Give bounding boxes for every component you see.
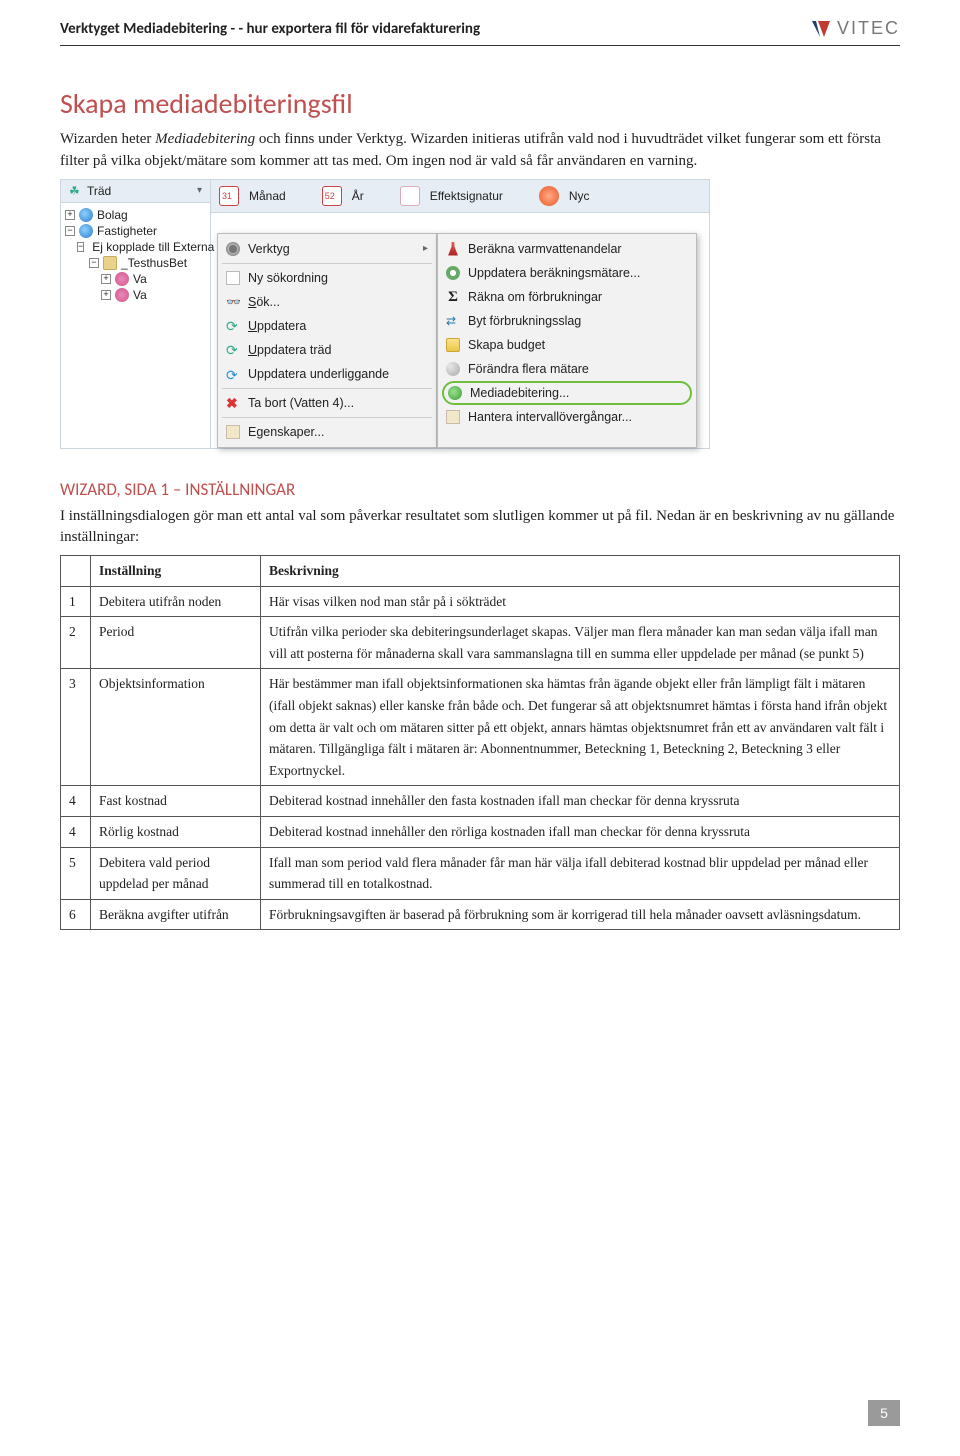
- context-menu-pair: Verktyg Ny sökordning 👓Sök... ⟳Uppdatera…: [211, 213, 709, 448]
- vitec-logo-icon: [811, 20, 831, 38]
- tree-row-bolag[interactable]: +Bolag: [65, 207, 206, 223]
- logo-text: VITEC: [837, 18, 900, 39]
- menu-tabort[interactable]: ✖Ta bort (Vatten 4)...: [218, 391, 436, 415]
- col-header-setting: Inställning: [91, 556, 261, 587]
- flask-red-icon: [446, 242, 460, 256]
- tree-row-testhus[interactable]: −_TesthusBet: [65, 255, 206, 271]
- toolbar-month[interactable]: Månad: [249, 189, 286, 203]
- menu-egenskaper[interactable]: Egenskaper...: [218, 420, 436, 444]
- content-panel: Månad År Effektsignatur Nyc Verktyg Ny s…: [211, 180, 709, 448]
- refresh-tree-icon: ⟳: [226, 343, 240, 357]
- toolbar-nyc[interactable]: Nyc: [569, 189, 590, 203]
- submenu-intervall[interactable]: Hantera intervallövergångar...: [438, 405, 696, 429]
- page-icon: [226, 271, 240, 285]
- section-paragraph: I inställningsdialogen gör man ett antal…: [60, 506, 900, 550]
- vitec-logo: VITEC: [811, 18, 900, 39]
- media-export-icon: [448, 386, 462, 400]
- tree-icon: ☘: [69, 184, 83, 198]
- expand-icon[interactable]: +: [101, 290, 111, 300]
- menu-sok[interactable]: 👓Sök...: [218, 290, 436, 314]
- separator: [222, 263, 432, 264]
- submenu-rakna-om[interactable]: ΣRäkna om förbrukningar: [438, 285, 696, 309]
- tree-tab[interactable]: ☘ Träd ▾: [61, 180, 210, 203]
- key-icon[interactable]: [539, 186, 559, 206]
- collapse-icon[interactable]: −: [89, 258, 99, 268]
- page-number: 5: [868, 1400, 900, 1426]
- tree-row-ejkopplade[interactable]: −Ej kopplade till Externa filter: [65, 239, 206, 255]
- table-row: 4Fast kostnadDebiterad kostnad innehålle…: [61, 786, 900, 817]
- menu-verktyg[interactable]: Verktyg: [218, 237, 436, 261]
- globe-icon: [79, 224, 93, 238]
- swap-icon: ⇄: [446, 314, 460, 328]
- calendar-month-icon[interactable]: [219, 186, 239, 206]
- calendar-year-icon[interactable]: [322, 186, 342, 206]
- chevron-down-icon: ▾: [197, 185, 202, 196]
- tree-row-va2[interactable]: +Va: [65, 287, 206, 303]
- table-row: 5Debitera vald period uppdelad per månad…: [61, 847, 900, 899]
- submenu-skapa-budget[interactable]: Skapa budget: [438, 333, 696, 357]
- interval-icon: [446, 410, 460, 424]
- settings-table: Inställning Beskrivning 1Debitera utifrå…: [60, 555, 900, 930]
- intro-paragraph: Wizarden heter Mediadebitering och finns…: [60, 129, 900, 173]
- toolbar-year[interactable]: År: [352, 189, 364, 203]
- budget-icon: [446, 338, 460, 352]
- expand-icon[interactable]: +: [65, 210, 75, 220]
- table-row: 3ObjektsinformationHär bestämmer man ifa…: [61, 669, 900, 786]
- menu-uppdatera-trad[interactable]: ⟳Uppdatera träd: [218, 338, 436, 362]
- multi-meter-icon: [446, 362, 460, 376]
- table-row: 2PeriodUtifrån vilka perioder ska debite…: [61, 617, 900, 669]
- folder-icon: [103, 256, 117, 270]
- submenu-mediadebitering[interactable]: Mediadebitering...: [442, 381, 692, 405]
- collapse-icon[interactable]: −: [77, 242, 84, 252]
- tree-row-va1[interactable]: +Va: [65, 271, 206, 287]
- toolbar: Månad År Effektsignatur Nyc: [211, 180, 709, 213]
- refresh-icon: ⟳: [226, 319, 240, 333]
- sigma-icon: Σ: [446, 290, 460, 304]
- menu-uppdatera-underliggande[interactable]: ⟳Uppdatera underliggande: [218, 362, 436, 386]
- tree-panel: ☘ Träd ▾ +Bolag −Fastigheter −Ej kopplad…: [61, 180, 211, 448]
- header-title: Verktyget Mediadebitering - - hur export…: [60, 20, 480, 38]
- tree-tab-label: Träd: [87, 184, 111, 198]
- submenu-forandra-matare[interactable]: Förändra flera mätare: [438, 357, 696, 381]
- properties-icon: [226, 425, 240, 439]
- tree-row-fastigheter[interactable]: −Fastigheter: [65, 223, 206, 239]
- menu-uppdatera[interactable]: ⟳Uppdatera: [218, 314, 436, 338]
- context-menu: Verktyg Ny sökordning 👓Sök... ⟳Uppdatera…: [217, 233, 437, 448]
- app-screenshot: ☘ Träd ▾ +Bolag −Fastigheter −Ej kopplad…: [60, 179, 710, 449]
- globe-icon: [79, 208, 93, 222]
- submenu-varmvatten[interactable]: Beräkna varmvattenandelar: [438, 237, 696, 261]
- main-heading: Skapa mediadebiteringsfil: [60, 86, 900, 121]
- node-icon: [115, 272, 129, 286]
- section-heading: WIZARD, SIDA 1 – INSTÄLLNINGAR: [60, 479, 900, 500]
- signature-icon[interactable]: [400, 186, 420, 206]
- col-header-blank: [61, 556, 91, 587]
- table-row: 1Debitera utifrån nodenHär visas vilken …: [61, 586, 900, 617]
- update-meter-icon: [446, 266, 460, 280]
- toolbar-effekt[interactable]: Effektsignatur: [430, 189, 503, 203]
- expand-icon[interactable]: +: [101, 274, 111, 284]
- table-row: 6Beräkna avgifter utifrånFörbrukningsavg…: [61, 899, 900, 930]
- page-header: Verktyget Mediadebitering - - hur export…: [60, 0, 900, 46]
- gear-icon: [226, 242, 240, 256]
- submenu-byt-forbrukning[interactable]: ⇄Byt förbrukningsslag: [438, 309, 696, 333]
- sub-menu: Beräkna varmvattenandelar Uppdatera berä…: [437, 233, 697, 448]
- separator: [222, 388, 432, 389]
- separator: [222, 417, 432, 418]
- col-header-desc: Beskrivning: [261, 556, 900, 587]
- table-row: 4Rörlig kostnadDebiterad kostnad innehål…: [61, 816, 900, 847]
- delete-icon: ✖: [226, 396, 240, 410]
- menu-nysokordning[interactable]: Ny sökordning: [218, 266, 436, 290]
- node-icon: [115, 288, 129, 302]
- refresh-deep-icon: ⟳: [226, 367, 240, 381]
- collapse-icon[interactable]: −: [65, 226, 75, 236]
- submenu-uppdatera-berakn[interactable]: Uppdatera beräkningsmätare...: [438, 261, 696, 285]
